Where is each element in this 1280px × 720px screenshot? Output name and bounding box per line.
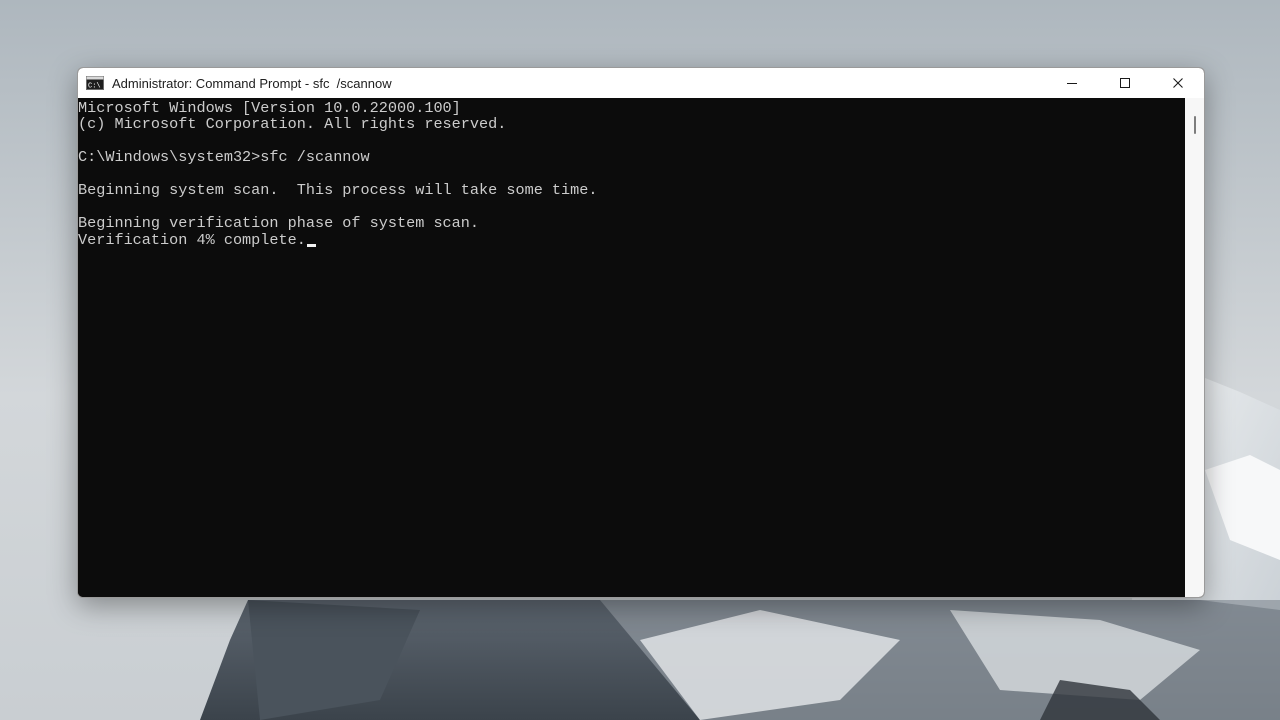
window-controls — [1045, 68, 1204, 98]
cmd-icon: C:\ — [86, 76, 104, 90]
console-line: Beginning verification phase of system s… — [78, 214, 480, 232]
console-line: (c) Microsoft Corporation. All rights re… — [78, 115, 507, 133]
scrollbar-thumb[interactable] — [1194, 116, 1196, 134]
vertical-scrollbar[interactable] — [1185, 98, 1204, 597]
minimize-icon — [1066, 83, 1077, 84]
console-line: Beginning system scan. This process will… — [78, 181, 598, 199]
progress-text: Verification 4% complete. — [78, 231, 306, 249]
console-line-current: Verification 4% complete. — [78, 232, 316, 249]
console-line: C:\Windows\system32>sfc /scannow — [78, 148, 370, 166]
command-prompt-window[interactable]: C:\ Administrator: Command Prompt - sfc … — [77, 67, 1205, 598]
close-button[interactable] — [1151, 68, 1204, 98]
text-cursor — [306, 244, 316, 247]
title-bar[interactable]: C:\ Administrator: Command Prompt - sfc … — [78, 68, 1204, 98]
maximize-icon — [1119, 78, 1130, 88]
svg-text:C:\: C:\ — [88, 83, 101, 91]
minimize-button[interactable] — [1045, 68, 1098, 98]
close-icon — [1172, 78, 1183, 88]
console-output[interactable]: Microsoft Windows [Version 10.0.22000.10… — [78, 98, 1185, 597]
maximize-button[interactable] — [1098, 68, 1151, 98]
window-title: Administrator: Command Prompt - sfc /sca… — [112, 75, 392, 91]
